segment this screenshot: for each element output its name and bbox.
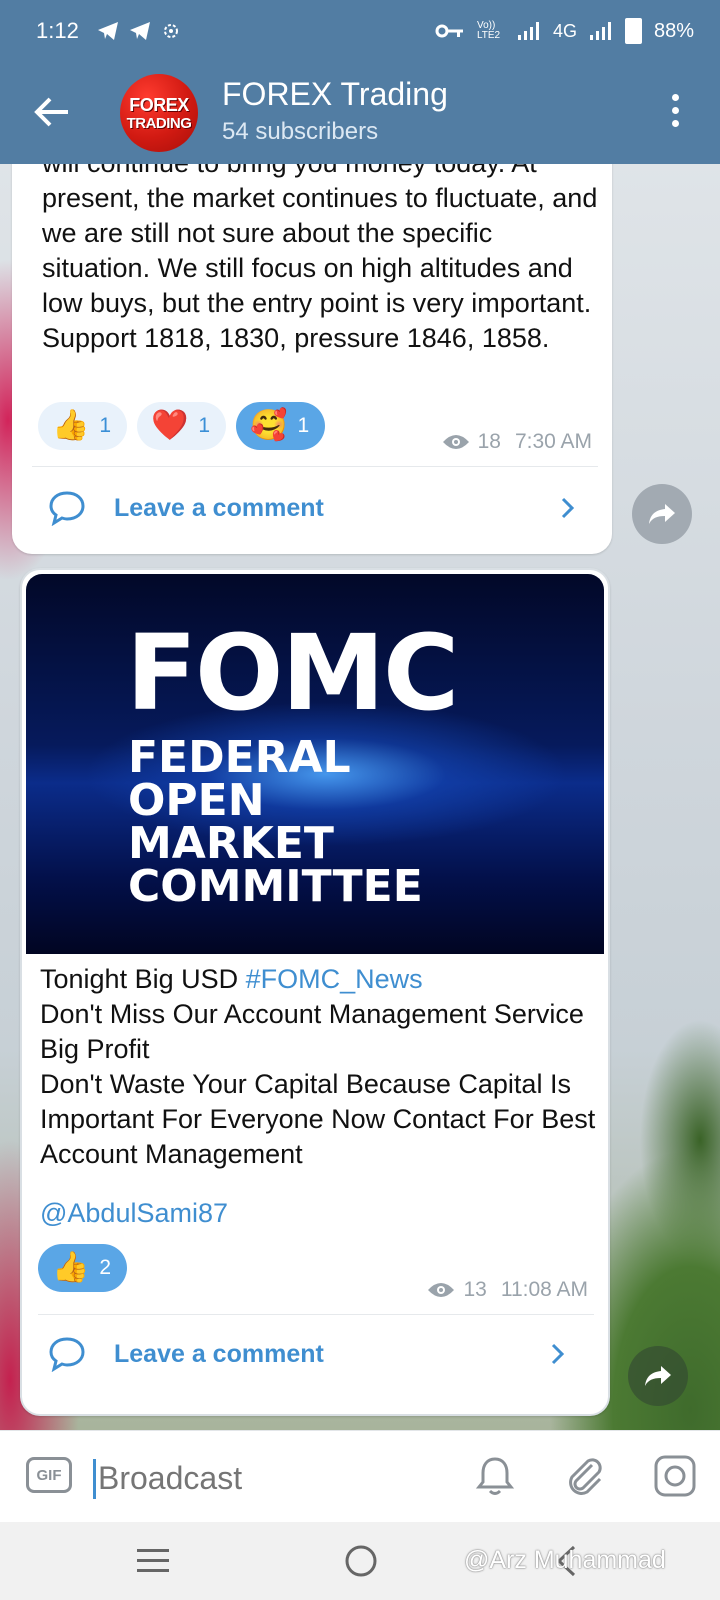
paperclip-icon[interactable] (562, 1453, 608, 1499)
notification-icons (97, 21, 181, 41)
view-count: 13 (463, 1278, 487, 1301)
share-arrow-icon (649, 504, 675, 524)
reaction-thumbs-up[interactable]: 👍 2 (38, 1244, 128, 1292)
bell-icon[interactable] (472, 1453, 518, 1499)
reaction-count: 1 (297, 414, 310, 437)
volte-indicator: Vo)) LTE2 (476, 20, 501, 41)
banner-title: FOMC (126, 612, 459, 734)
battery-icon (624, 18, 642, 44)
signal-icon (589, 22, 611, 40)
banner-line: MARKET (128, 818, 334, 869)
status-time: 1:12 (36, 18, 79, 43)
banner-line: COMMITTEE (128, 861, 423, 912)
telegram-icon (129, 22, 150, 40)
channel-avatar[interactable]: FOREX TRADING (120, 74, 198, 152)
avatar-text: FOREX (129, 94, 189, 115)
telegram-icon (97, 22, 118, 40)
message-prefix: Tonight Big USD (40, 964, 246, 994)
mention-link[interactable]: @AbdulSami87 (40, 1198, 228, 1229)
message-input-bar: GIF (0, 1430, 720, 1523)
chevron-right-icon (551, 1343, 565, 1365)
network-type: 4G (552, 20, 577, 41)
divider (38, 1314, 594, 1315)
banner-subtitle: FEDERAL OPEN MARKET COMMITTEE (128, 732, 423, 912)
reaction-thumbs-up[interactable]: 👍 1 (38, 402, 128, 450)
comment-bubble-icon (49, 491, 85, 526)
reactions-bar: 👍 1 ❤️ 1 🥰 1 (38, 402, 326, 450)
comment-bubble-icon (49, 1337, 85, 1372)
heart-icon: ❤️ (151, 409, 189, 442)
message-meta: 18 7:30 AM (442, 430, 592, 454)
reaction-smiling-hearts[interactable]: 🥰 1 (236, 402, 326, 450)
eye-icon (428, 1283, 455, 1297)
message-body: Don't Miss Our Account Management Servic… (40, 999, 596, 1169)
back-arrow-icon[interactable] (32, 92, 72, 132)
battery-percent: 88% (653, 19, 694, 42)
chat-header: FOREX TRADING FOREX Trading 54 subscribe… (0, 62, 720, 164)
message-text: will continue to bring you money today. … (42, 148, 598, 353)
leave-comment-label: Leave a comment (114, 493, 324, 522)
smiling-face-hearts-icon: 🥰 (250, 409, 288, 442)
recent-apps-icon[interactable] (136, 1546, 170, 1576)
avatar-text: TRADING (126, 114, 192, 132)
divider (32, 466, 598, 467)
more-options-icon[interactable] (672, 94, 680, 127)
reaction-count: 1 (99, 414, 112, 437)
banner-line: OPEN (128, 775, 265, 826)
watermark-text: @Arz Muhammad (464, 1546, 666, 1574)
message-meta: 13 11:08 AM (427, 1278, 588, 1302)
share-button[interactable] (628, 1346, 688, 1406)
gif-button[interactable]: GIF (26, 1457, 72, 1493)
channel-title[interactable]: FOREX Trading (222, 76, 448, 113)
message-text: Tonight Big USD #FOMC_News Don't Miss Ou… (40, 962, 600, 1172)
message-time: 11:08 AM (500, 1278, 588, 1301)
reaction-count: 1 (198, 414, 211, 437)
signal-icon (517, 22, 539, 40)
leave-comment-button[interactable]: Leave a comment (48, 1330, 578, 1378)
leave-comment-label: Leave a comment (114, 1339, 324, 1368)
message-time: 7:30 AM (514, 430, 592, 453)
key-icon (435, 24, 463, 38)
share-button[interactable] (632, 484, 692, 544)
reaction-count: 2 (99, 1256, 112, 1279)
broadcast-input[interactable] (96, 1459, 400, 1498)
eye-icon (442, 435, 469, 449)
hashtag-link[interactable]: #FOMC_News (246, 964, 423, 994)
thumbs-up-icon: 👍 (52, 1251, 90, 1284)
fomc-banner-image[interactable]: FOMC FEDERAL OPEN MARKET COMMITTEE (26, 574, 604, 954)
settings-icon (163, 24, 178, 38)
system-nav-bar: @Arz Muhammad (0, 1522, 720, 1600)
status-right-icons: Vo)) LTE2 4G 88% (435, 18, 694, 44)
subscriber-count: 54 subscribers (222, 118, 379, 145)
thumbs-up-icon: 👍 (52, 409, 90, 442)
camera-icon[interactable] (652, 1453, 698, 1499)
share-arrow-icon (645, 1366, 671, 1386)
message-card[interactable]: FOMC FEDERAL OPEN MARKET COMMITTEE Tonig… (20, 568, 610, 1416)
reaction-heart[interactable]: ❤️ 1 (137, 402, 227, 450)
reactions-bar: 👍 2 (38, 1244, 128, 1292)
home-icon[interactable] (344, 1544, 378, 1578)
view-count: 18 (477, 430, 501, 453)
banner-line: FEDERAL (128, 732, 351, 783)
message-card[interactable]: will continue to bring you money today. … (12, 110, 612, 554)
leave-comment-button[interactable]: Leave a comment (48, 484, 588, 532)
status-bar: 1:12 Vo)) LTE2 4G 88% (0, 0, 720, 62)
chevron-right-icon (561, 497, 575, 519)
